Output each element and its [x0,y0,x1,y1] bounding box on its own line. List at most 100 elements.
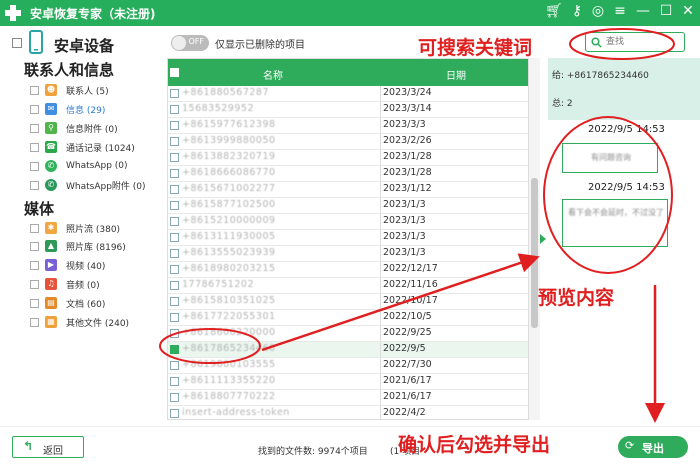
row-checkbox[interactable] [170,345,179,354]
select-all-checkbox[interactable] [12,38,22,48]
table-header: 名称 日期 [168,59,528,86]
sidebar-item-messages[interactable]: ✉ 信息 (29) [30,101,105,117]
row-checkbox[interactable] [170,89,179,98]
cart-icon[interactable]: 🛒︎ [545,3,563,19]
row-checkbox[interactable] [170,169,179,178]
table-row[interactable]: +8618980203215 2022/12/17 [168,262,528,278]
row-checkbox[interactable] [170,153,179,162]
search-hint-annotation: 可搜索关键词 [418,37,533,59]
checkbox[interactable] [30,142,39,152]
row-checkbox[interactable] [170,217,179,226]
search-box[interactable] [585,32,685,52]
row-checkbox[interactable] [170,233,179,242]
sidebar-item-message-attachments[interactable]: ⚲ 信息附件 (0) [30,120,118,136]
table-row[interactable]: +8618600220000 2022/9/25 [168,326,528,342]
column-separator [380,278,381,293]
sidebar-item-photo-stream[interactable]: ✱ 照片流 (380) [30,220,120,236]
table-row[interactable]: +8617865234460 2022/9/5 [168,342,528,358]
table-row[interactable]: +8619800103555 2022/7/30 [168,358,528,374]
row-checkbox[interactable] [170,313,179,322]
table-row[interactable]: +8613999880050 2023/2/26 [168,134,528,150]
sidebar-item-video[interactable]: ▶ 视频 (40) [30,257,105,273]
back-label: 返回 [43,446,63,457]
table-row[interactable]: +8613882320719 2023/1/28 [168,150,528,166]
export-button[interactable]: ⟳ 导出 [618,436,688,458]
search-input[interactable] [606,35,681,49]
column-date[interactable]: 日期 [446,67,466,82]
table-row[interactable]: +861880567287 2023/3/24 [168,86,528,102]
sidebar-item-whatsapp[interactable]: ✆ WhatsApp (0) [30,158,128,174]
back-button[interactable]: ↰ 返回 [12,436,84,458]
row-name: +8618666086770 [182,167,276,178]
row-date: 2023/1/3 [383,231,426,242]
table-row[interactable]: +8615210000009 2023/1/3 [168,214,528,230]
maximize-icon[interactable]: ☐ [657,3,675,19]
key-icon[interactable]: ⚷ [568,3,586,19]
row-checkbox[interactable] [170,265,179,274]
row-name: +8618807770222 [182,391,276,402]
table-row[interactable]: +8615977612398 2023/3/3 [168,118,528,134]
sidebar-item-call-log[interactable]: ☎ 通话记录 (1024) [30,139,135,155]
checkbox[interactable] [30,260,39,270]
row-checkbox[interactable] [170,201,179,210]
close-icon[interactable]: ✕ [679,3,697,19]
row-checkbox[interactable] [170,249,179,258]
checkbox[interactable] [30,298,39,308]
row-checkbox[interactable] [170,297,179,306]
minimize-icon[interactable]: — [634,3,652,19]
row-checkbox[interactable] [170,281,179,290]
menu-icon[interactable]: ≡ [611,3,629,19]
checkbox[interactable] [30,180,39,190]
sidebar-item-photo-library[interactable]: ▲ 照片库 (8196) [30,238,126,254]
column-separator [380,262,381,277]
sidebar-item-contacts[interactable]: ☻ 联系人 (5) [30,82,109,98]
table-row[interactable]: +8617722055301 2022/10/5 [168,310,528,326]
scrollbar-thumb[interactable] [531,178,538,328]
row-date: 2023/1/12 [383,183,432,194]
row-checkbox[interactable] [170,329,179,338]
checkbox[interactable] [30,317,39,327]
table-row[interactable]: +8618807770222 2021/6/17 [168,390,528,406]
table-row[interactable]: +8615671002277 2023/1/12 [168,182,528,198]
table-row[interactable]: 15683529952 2023/3/14 [168,102,528,118]
deleted-only-toggle[interactable]: OFF [171,35,209,51]
sidebar-item-other-files[interactable]: ▦ 其他文件 (240) [30,314,129,330]
checkbox[interactable] [30,241,39,251]
table-row[interactable]: 17786751202 2022/11/16 [168,278,528,294]
row-date: 2023/3/24 [383,87,432,98]
row-checkbox[interactable] [170,105,179,114]
table-row[interactable]: +8611113355220 2021/6/17 [168,374,528,390]
sidebar-item-audio[interactable]: ♫ 音频 (0) [30,276,100,292]
column-name[interactable]: 名称 [263,67,283,82]
checkbox[interactable] [30,104,39,114]
checkbox[interactable] [30,123,39,133]
row-checkbox[interactable] [170,185,179,194]
table-row[interactable]: +8613555023939 2023/1/3 [168,246,528,262]
feedback-icon[interactable]: ◎ [589,3,607,19]
row-checkbox[interactable] [170,377,179,386]
table-row[interactable]: +8613111930005 2023/1/3 [168,230,528,246]
row-checkbox[interactable] [170,393,179,402]
message-bubble: 看下会不会延时，不过没了 [562,199,668,247]
table-row[interactable]: +8615877102500 2023/1/3 [168,198,528,214]
checkbox[interactable] [30,279,39,289]
header-checkbox[interactable] [170,68,179,77]
preview-panel: 给: +8617865234460 总: 2 2022/9/5 14:53 有问… [548,58,700,420]
expand-arrow-icon[interactable] [540,234,546,244]
checkbox[interactable] [30,223,39,233]
row-checkbox[interactable] [170,361,179,370]
list-scrollbar[interactable] [529,58,540,420]
table-row[interactable]: +8615810351025 2022/10/17 [168,294,528,310]
sidebar-item-documents[interactable]: ▤ 文档 (60) [30,295,105,311]
row-checkbox[interactable] [170,409,179,418]
table-row[interactable]: insert-address-token 2022/4/2 [168,406,528,419]
checkbox[interactable] [30,85,39,95]
row-date: 2023/3/3 [383,119,426,130]
table-row[interactable]: +8618666086770 2023/1/28 [168,166,528,182]
row-checkbox[interactable] [170,121,179,130]
row-name: +8615977612398 [182,119,276,130]
row-checkbox[interactable] [170,137,179,146]
row-name: +8611113355220 [182,375,276,386]
checkbox[interactable] [30,161,39,171]
sidebar-item-whatsapp-attachments[interactable]: ✆ WhatsApp附件 (0) [30,177,146,193]
